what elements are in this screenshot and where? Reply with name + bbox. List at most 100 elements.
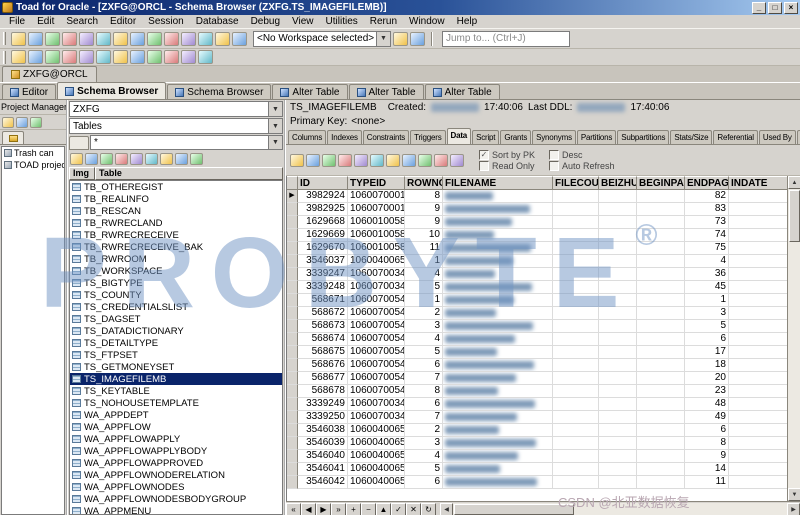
table-list-item[interactable]: WA_APPFLOW [70, 421, 282, 433]
row-selector[interactable] [287, 385, 298, 398]
grid-row[interactable]: 568676 1060070054 6 18 [287, 359, 787, 372]
table-list-item[interactable]: TS_COUNTY [70, 289, 282, 301]
compare-schemas-icon[interactable] [113, 50, 128, 64]
menu-item[interactable]: Database [190, 15, 245, 28]
row-selector[interactable] [287, 307, 298, 320]
filter-list-icon[interactable] [115, 153, 128, 165]
column-header-endpage[interactable]: ENDPAGE [685, 176, 729, 190]
vertical-scrollbar[interactable]: ▲ ▼ [787, 176, 800, 501]
detail-tab[interactable]: Indexes [327, 130, 362, 144]
minimize-button[interactable]: _ [752, 2, 766, 14]
grid-row[interactable]: 1629669 1060010058 10 74 [287, 229, 787, 242]
document-tab[interactable]: Alter Table [349, 84, 424, 99]
detail-tab[interactable]: Columns [288, 130, 326, 144]
table-list-item[interactable]: TS_CREDENTIALSLIST [70, 301, 282, 313]
revert-edits-icon[interactable] [450, 154, 464, 167]
row-selector[interactable] [287, 359, 298, 372]
report-generator-icon[interactable] [62, 50, 77, 64]
table-list-item[interactable]: TB_RESCAN [70, 205, 282, 217]
column-header-table[interactable]: Table [95, 167, 283, 180]
table-list-item[interactable]: WA_APPFLOWAPPLYBODY [70, 445, 282, 457]
menu-item[interactable]: Window [403, 15, 451, 28]
checkbox-option[interactable]: Auto Refresh [549, 161, 615, 171]
menu-item[interactable]: Rerun [364, 15, 403, 28]
grid-row[interactable]: 568678 1060070054 8 23 [287, 385, 787, 398]
data-export-icon[interactable] [79, 50, 94, 64]
export-dataset-icon[interactable] [338, 154, 352, 167]
delete-row-icon[interactable] [418, 154, 432, 167]
browser-view-tab[interactable] [69, 136, 89, 150]
detail-tab[interactable]: Grants [500, 130, 531, 144]
table-list-item[interactable]: TS_DETAILTYPE [70, 337, 282, 349]
table-list-item[interactable]: TB_RWRECRECEIVE [70, 229, 282, 241]
menu-item[interactable]: Session [142, 15, 190, 28]
row-selector[interactable] [287, 424, 298, 437]
connection-tab[interactable]: ZXFG@ORCL [2, 66, 97, 82]
grid-row[interactable]: 3339247 1060070034 4 36 [287, 268, 787, 281]
table-list-item[interactable]: WA_APPFLOWNODESBODYGROUP [70, 493, 282, 505]
copy-name-icon[interactable] [100, 153, 113, 165]
row-selector[interactable] [287, 216, 298, 229]
row-selector[interactable] [287, 346, 298, 359]
detail-tab[interactable]: Data [447, 128, 472, 144]
menu-item[interactable]: Debug [245, 15, 286, 28]
checkbox-option[interactable]: Sort by PK [479, 150, 535, 160]
insert-record-button[interactable]: + [346, 503, 361, 515]
row-selector[interactable] [287, 320, 298, 333]
new-connection-icon[interactable] [11, 32, 26, 46]
row-selector[interactable] [287, 294, 298, 307]
favorites-icon[interactable] [198, 50, 213, 64]
options-icon[interactable] [181, 50, 196, 64]
grid-row[interactable]: 3546042 1060040065 6 11 [287, 476, 787, 489]
next-record-button[interactable]: ▶ [316, 503, 331, 515]
column-header-typeid[interactable]: TYPEID [348, 176, 405, 190]
refresh-list-icon[interactable] [145, 153, 158, 165]
scrollbar-thumb[interactable] [789, 190, 800, 242]
table-list-item[interactable]: TB_REALINFO [70, 193, 282, 205]
select-columns-icon[interactable] [175, 153, 188, 165]
first-record-button[interactable]: « [286, 503, 301, 515]
team-coding-icon[interactable] [164, 50, 179, 64]
object-type-select[interactable]: Tables ▼ [69, 118, 283, 134]
sort-list-icon[interactable] [160, 153, 173, 165]
schema-browser-icon[interactable] [147, 32, 162, 46]
grid-row[interactable]: 3546039 1060040065 3 8 [287, 437, 787, 450]
row-selector[interactable] [287, 398, 298, 411]
refresh-record-button[interactable]: ↻ [421, 503, 436, 515]
grid-row[interactable]: 568673 1060070054 3 5 [287, 320, 787, 333]
column-header-filecount[interactable]: FILECOUNT [553, 176, 599, 190]
row-selector[interactable] [287, 333, 298, 346]
menu-item[interactable]: Editor [104, 15, 142, 28]
remove-project-item-icon[interactable] [16, 117, 28, 128]
name-filter-input[interactable]: * ▼ [90, 135, 283, 150]
row-selector[interactable] [287, 242, 298, 255]
new-editor-icon[interactable] [130, 32, 145, 46]
scroll-left-icon[interactable]: ◀ [440, 503, 453, 515]
column-header-indate[interactable]: INDATE [729, 176, 787, 190]
er-diagram-icon[interactable] [45, 50, 60, 64]
workspace-refresh-icon[interactable] [410, 32, 425, 46]
column-header-id[interactable]: ID [298, 176, 348, 190]
table-list-item[interactable]: TB_OTHEREGIST [70, 181, 282, 193]
jump-to-input[interactable] [442, 31, 570, 47]
favorites-icon[interactable] [130, 153, 143, 165]
insert-row-icon[interactable] [402, 154, 416, 167]
session-browser-icon[interactable] [164, 32, 179, 46]
table-list-item[interactable]: TB_RWRECRECEIVE_BAK [70, 241, 282, 253]
menu-item[interactable]: File [3, 15, 31, 28]
grid-row[interactable]: 3546038 1060040065 2 6 [287, 424, 787, 437]
post-edit-button[interactable]: ✓ [391, 503, 406, 515]
commit-icon[interactable] [181, 32, 196, 46]
cancel-edit-button[interactable]: ✕ [406, 503, 421, 515]
checkbox-option[interactable]: Desc [549, 150, 615, 160]
table-list-item[interactable]: WA_APPDEPT [70, 409, 282, 421]
menu-item[interactable]: Utilities [320, 15, 364, 28]
detail-tab[interactable]: Used By [759, 130, 796, 144]
table-list-item[interactable]: TB_WORKSPACE [70, 265, 282, 277]
table-list-item[interactable]: TS_NOHOUSETEMPLATE [70, 397, 282, 409]
detail-tab[interactable]: Referential [713, 130, 758, 144]
table-list-item[interactable]: TS_BIGTYPE [70, 277, 282, 289]
save-file-icon[interactable] [45, 32, 60, 46]
delete-record-button[interactable]: − [361, 503, 376, 515]
run-project-item-icon[interactable] [30, 117, 42, 128]
